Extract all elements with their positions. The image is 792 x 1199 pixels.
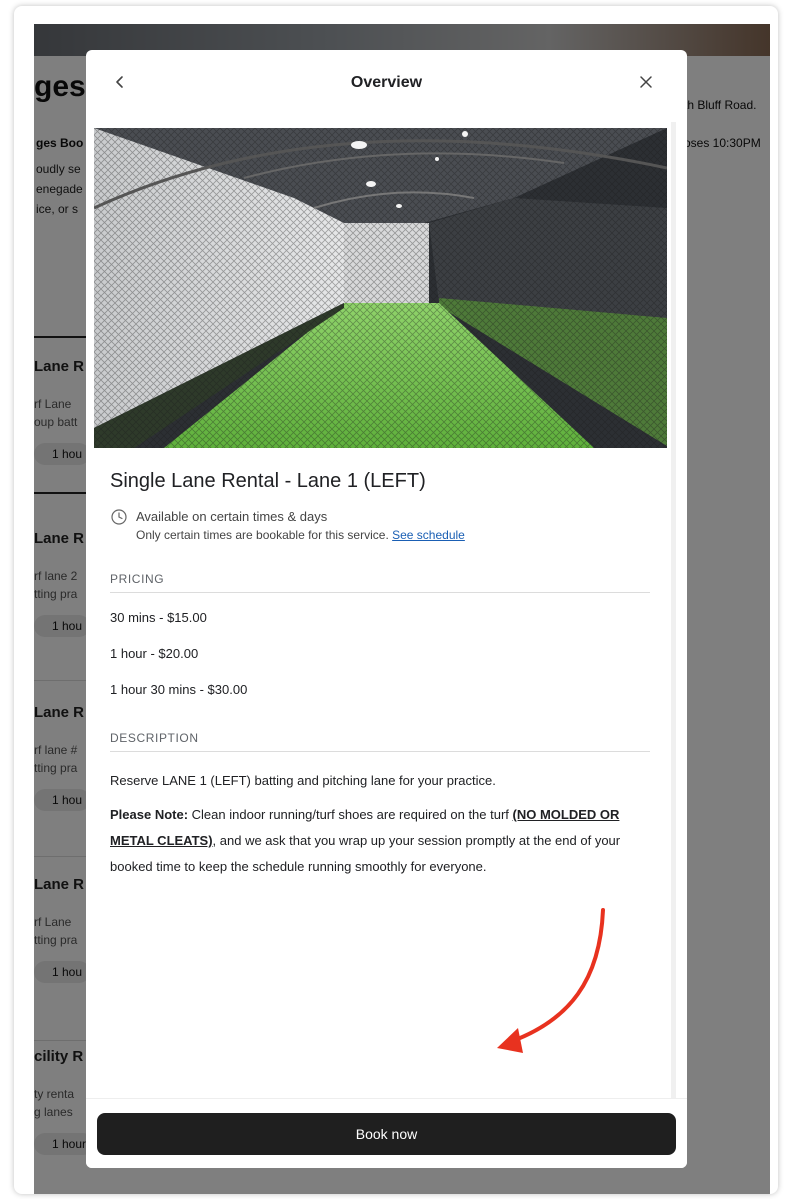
batting-cage-illustration [94, 128, 667, 448]
close-button[interactable] [634, 70, 658, 94]
book-now-button[interactable]: Book now [97, 1113, 676, 1155]
availability-subtext: Only certain times are bookable for this… [136, 528, 465, 542]
service-details: Single Lane Rental - Lane 1 (LEFT) Avail… [110, 470, 650, 880]
scrollbar[interactable] [671, 122, 676, 1102]
modal-header: Overview [86, 50, 687, 122]
see-schedule-link[interactable]: See schedule [392, 528, 465, 542]
price-option: 1 hour - $20.00 [110, 646, 199, 661]
pricing-header: PRICING [110, 572, 650, 593]
clock-icon [111, 509, 127, 525]
close-icon [640, 76, 652, 88]
price-option: 30 mins - $15.00 [110, 610, 207, 625]
batting-cage-photo [94, 128, 667, 448]
availability-info: Available on certain times & days Only c… [110, 509, 650, 542]
availability-text: Available on certain times & days [136, 509, 328, 524]
description-note: Please Note: Clean indoor running/turf s… [110, 807, 621, 874]
overview-modal: Overview Single Lane Rental - Lane 1 (LE… [86, 50, 687, 1168]
description-text: Reserve LANE 1 (LEFT) batting and pitchi… [110, 773, 496, 788]
description-header: DESCRIPTION [110, 731, 650, 752]
price-option: 1 hour 30 mins - $30.00 [110, 682, 248, 697]
service-title: Single Lane Rental - Lane 1 (LEFT) [110, 470, 426, 492]
modal-footer: Book now [86, 1098, 687, 1168]
note-label: Please Note: [110, 807, 189, 822]
modal-scroll-area[interactable]: Single Lane Rental - Lane 1 (LEFT) Avail… [86, 122, 687, 1102]
modal-title: Overview [350, 74, 423, 91]
